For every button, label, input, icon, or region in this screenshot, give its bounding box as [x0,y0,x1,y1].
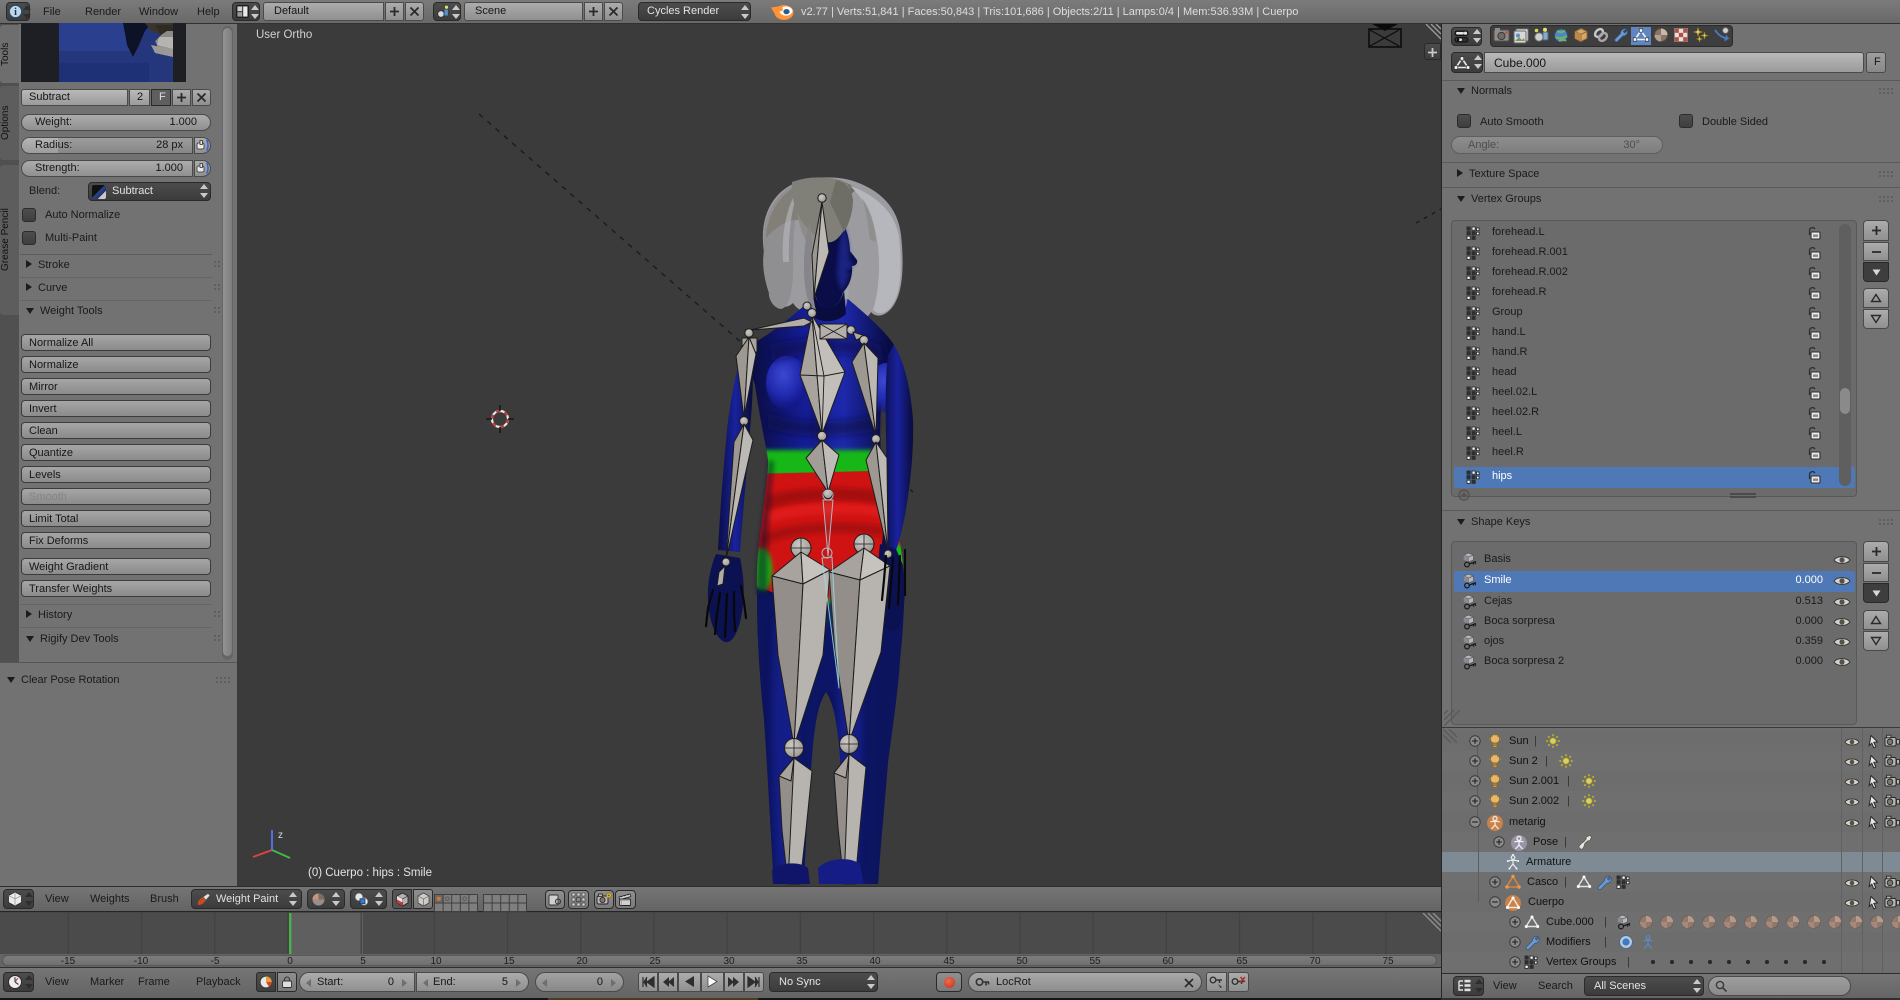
svg-text:75: 75 [1382,956,1394,967]
svg-text:35: 35 [796,956,808,967]
svg-text:-10: -10 [134,956,149,967]
svg-text:-15: -15 [61,956,76,967]
svg-text:(0) Cuerpo : hips : Smile: (0) Cuerpo : hips : Smile [308,867,432,879]
svg-text:30: 30 [723,956,735,967]
svg-text:55: 55 [1089,956,1101,967]
svg-text:z: z [278,830,283,841]
svg-text:45: 45 [943,956,955,967]
svg-text:-5: -5 [211,956,220,967]
svg-text:65: 65 [1236,956,1248,967]
svg-text:40: 40 [869,956,881,967]
svg-text:User Ortho: User Ortho [256,29,312,41]
svg-text:i: i [14,7,17,18]
svg-text:60: 60 [1162,956,1174,967]
svg-text:25: 25 [649,956,661,967]
svg-text:20: 20 [576,956,588,967]
svg-text:50: 50 [1016,956,1028,967]
svg-text:70: 70 [1309,956,1321,967]
svg-text:10: 10 [430,956,442,967]
svg-text:5: 5 [360,956,366,967]
svg-text:0: 0 [287,956,293,967]
svg-text:15: 15 [503,956,515,967]
